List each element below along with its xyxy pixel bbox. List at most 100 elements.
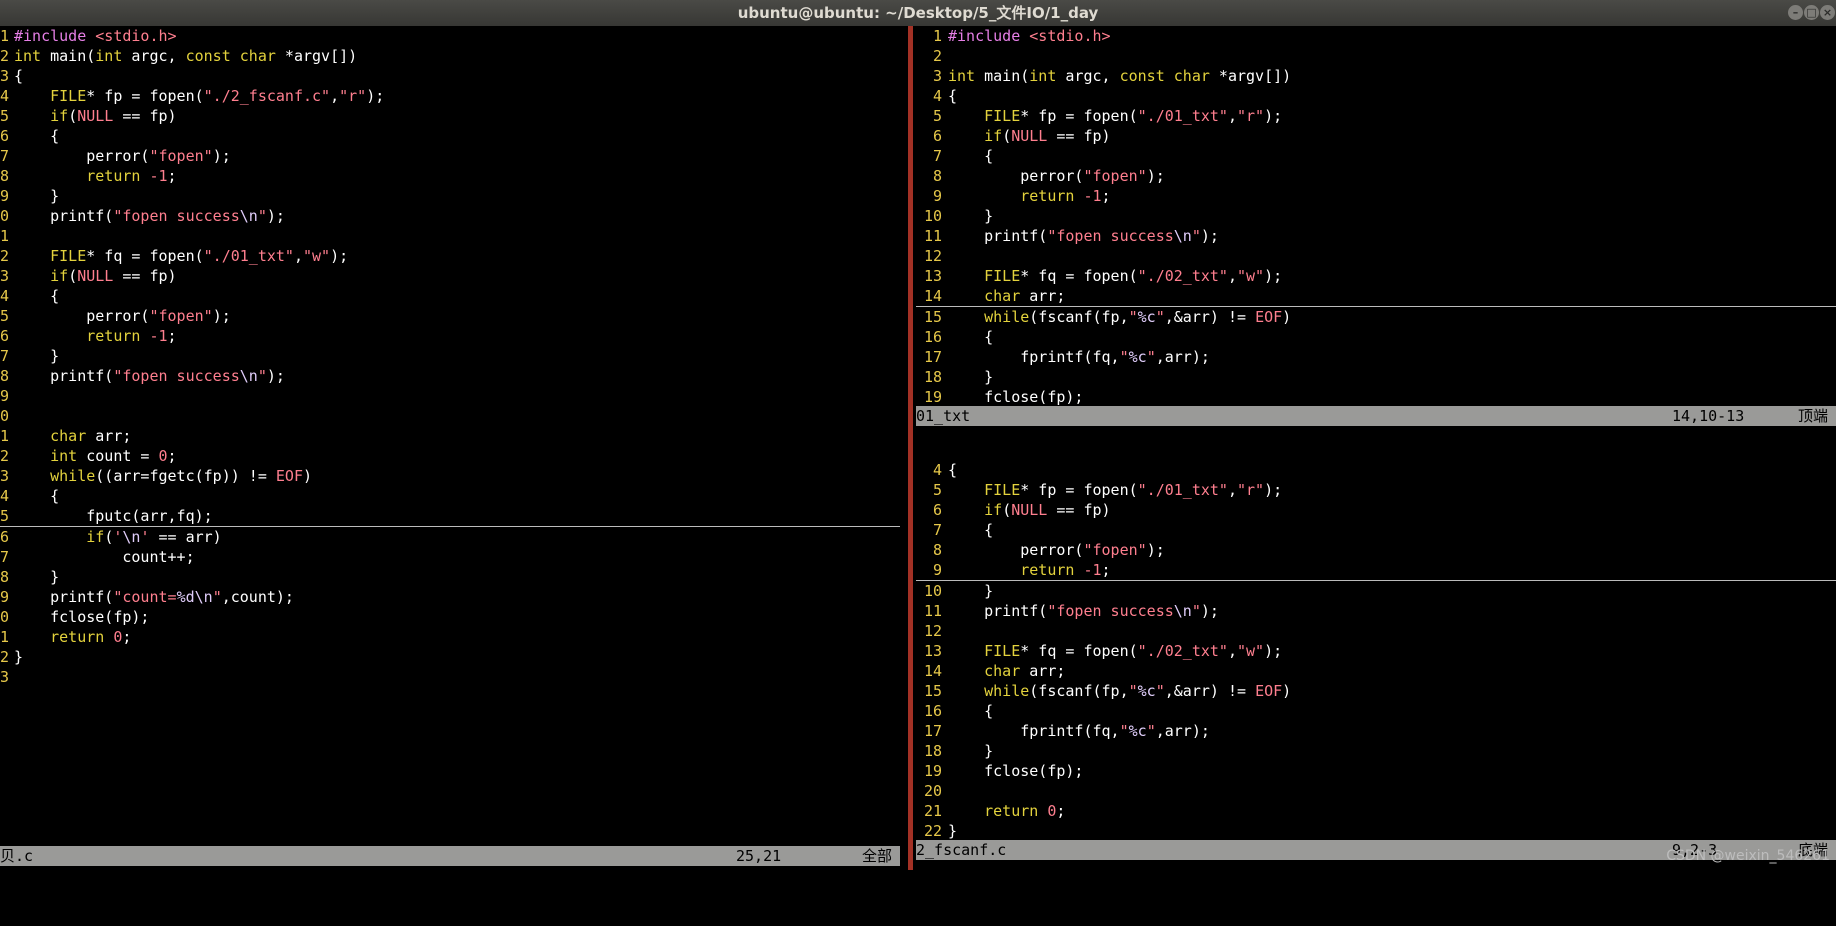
- code-area[interactable]: 4{5 FILE* fp = fopen("./01_txt","r");6 i…: [916, 460, 1836, 840]
- code-text[interactable]: }: [14, 648, 23, 666]
- code-line[interactable]: 8 return -1;: [0, 166, 900, 186]
- code-line[interactable]: 6 if(NULL == fp): [916, 500, 1836, 520]
- code-line[interactable]: 7 {: [916, 520, 1836, 540]
- code-text[interactable]: {: [948, 702, 993, 720]
- code-text[interactable]: #include <stdio.h>: [14, 27, 177, 45]
- code-line[interactable]: 5 perror("fopen");: [0, 306, 900, 326]
- code-text[interactable]: FILE* fq = fopen("./02_txt","w");: [948, 642, 1282, 660]
- editor-pane-left[interactable]: 1#include <stdio.h>2int main(int argc, c…: [0, 26, 900, 846]
- code-line[interactable]: 1: [0, 226, 900, 246]
- code-text[interactable]: {: [948, 87, 957, 105]
- code-text[interactable]: }: [14, 347, 59, 365]
- code-line[interactable]: 6 {: [0, 126, 900, 146]
- code-text[interactable]: return 0;: [948, 802, 1065, 820]
- code-line[interactable]: 8 }: [0, 567, 900, 587]
- code-line[interactable]: 13 FILE* fq = fopen("./02_txt","w");: [916, 641, 1836, 661]
- code-line[interactable]: 1 return 0;: [0, 627, 900, 647]
- code-line[interactable]: 2 FILE* fq = fopen("./01_txt","w");: [0, 246, 900, 266]
- code-text[interactable]: perror("fopen");: [948, 541, 1165, 559]
- code-line[interactable]: 16 {: [916, 327, 1836, 347]
- code-text[interactable]: return 0;: [14, 628, 131, 646]
- code-line[interactable]: 12: [916, 246, 1836, 266]
- code-line[interactable]: 19 fclose(fp);: [916, 387, 1836, 406]
- code-text[interactable]: {: [14, 287, 59, 305]
- code-text[interactable]: #include <stdio.h>: [948, 27, 1111, 45]
- code-line[interactable]: 2int main(int argc, const char *argv[]): [0, 46, 900, 66]
- code-text[interactable]: perror("fopen");: [14, 147, 231, 165]
- code-text[interactable]: FILE* fp = fopen("./01_txt","r");: [948, 107, 1282, 125]
- code-text[interactable]: printf("fopen success\n");: [948, 227, 1219, 245]
- code-line[interactable]: 1 char arr;: [0, 426, 900, 446]
- code-text[interactable]: }: [948, 742, 993, 760]
- code-text[interactable]: }: [948, 822, 957, 840]
- code-text[interactable]: }: [14, 187, 59, 205]
- code-text[interactable]: FILE* fq = fopen("./01_txt","w");: [14, 247, 348, 265]
- code-text[interactable]: if('\n' == arr): [14, 528, 222, 546]
- code-text[interactable]: int main(int argc, const char *argv[]): [14, 47, 357, 65]
- editor-pane-right-top[interactable]: 1#include <stdio.h>23int main(int argc, …: [916, 26, 1836, 406]
- code-text[interactable]: if(NULL == fp): [948, 127, 1111, 145]
- code-line[interactable]: 0 printf("fopen success\n");: [0, 206, 900, 226]
- code-line[interactable]: 14 char arr;: [916, 661, 1836, 681]
- code-line[interactable]: 14 char arr;: [916, 286, 1836, 307]
- editor-pane-right-bottom[interactable]: 4{5 FILE* fp = fopen("./01_txt","r");6 i…: [916, 460, 1836, 840]
- maximize-button[interactable]: □: [1804, 5, 1819, 20]
- code-text[interactable]: }: [948, 368, 993, 386]
- code-text[interactable]: fclose(fp);: [948, 388, 1083, 406]
- code-line[interactable]: 9 }: [0, 186, 900, 206]
- code-text[interactable]: {: [948, 461, 957, 479]
- code-text[interactable]: fputc(arr,fq);: [14, 507, 213, 525]
- code-text[interactable]: FILE* fp = fopen("./01_txt","r");: [948, 481, 1282, 499]
- code-line[interactable]: 6 return -1;: [0, 326, 900, 346]
- code-text[interactable]: while(fscanf(fp,"%c",&arr) != EOF): [948, 308, 1291, 326]
- code-line[interactable]: 1#include <stdio.h>: [0, 26, 900, 46]
- code-text[interactable]: char arr;: [14, 427, 131, 445]
- code-text[interactable]: perror("fopen");: [948, 167, 1165, 185]
- code-line[interactable]: 5 if(NULL == fp): [0, 106, 900, 126]
- code-line[interactable]: 10 }: [916, 206, 1836, 226]
- minimize-button[interactable]: –: [1788, 5, 1803, 20]
- code-line[interactable]: 3{: [0, 66, 900, 86]
- code-line[interactable]: 8 perror("fopen");: [916, 540, 1836, 560]
- code-line[interactable]: 19 fclose(fp);: [916, 761, 1836, 781]
- vertical-split-separator[interactable]: [908, 26, 913, 870]
- code-line[interactable]: 9 return -1;: [916, 560, 1836, 581]
- code-line[interactable]: 21 return 0;: [916, 801, 1836, 821]
- code-line[interactable]: 5 fputc(arr,fq);: [0, 506, 900, 527]
- code-line[interactable]: 2: [916, 46, 1836, 66]
- code-text[interactable]: fprintf(fq,"%c",arr);: [948, 722, 1210, 740]
- code-line[interactable]: 0 fclose(fp);: [0, 607, 900, 627]
- code-text[interactable]: {: [14, 487, 59, 505]
- code-line[interactable]: 20: [916, 781, 1836, 801]
- code-line[interactable]: 3int main(int argc, const char *argv[]): [916, 66, 1836, 86]
- code-text[interactable]: return -1;: [14, 167, 177, 185]
- code-line[interactable]: 6 if(NULL == fp): [916, 126, 1836, 146]
- code-text[interactable]: while(fscanf(fp,"%c",&arr) != EOF): [948, 682, 1291, 700]
- code-text[interactable]: count++;: [14, 548, 195, 566]
- code-line[interactable]: 3 while((arr=fgetc(fp)) != EOF): [0, 466, 900, 486]
- code-text[interactable]: if(NULL == fp): [948, 501, 1111, 519]
- code-line[interactable]: 7 count++;: [0, 547, 900, 567]
- code-line[interactable]: 22}: [916, 821, 1836, 840]
- code-text[interactable]: while((arr=fgetc(fp)) != EOF): [14, 467, 312, 485]
- code-text[interactable]: FILE* fq = fopen("./02_txt","w");: [948, 267, 1282, 285]
- code-line[interactable]: 13 FILE* fq = fopen("./02_txt","w");: [916, 266, 1836, 286]
- code-line[interactable]: 17 fprintf(fq,"%c",arr);: [916, 721, 1836, 741]
- code-text[interactable]: fclose(fp);: [14, 608, 149, 626]
- code-text[interactable]: if(NULL == fp): [14, 267, 177, 285]
- code-line[interactable]: 2 int count = 0;: [0, 446, 900, 466]
- code-line[interactable]: 11 printf("fopen success\n");: [916, 601, 1836, 621]
- code-line[interactable]: 9 printf("count=%d\n",count);: [0, 587, 900, 607]
- code-line[interactable]: 4 FILE* fp = fopen("./2_fscanf.c","r");: [0, 86, 900, 106]
- code-text[interactable]: {: [948, 147, 993, 165]
- code-text[interactable]: perror("fopen");: [14, 307, 231, 325]
- code-line[interactable]: 5 FILE* fp = fopen("./01_txt","r");: [916, 106, 1836, 126]
- code-text[interactable]: FILE* fp = fopen("./2_fscanf.c","r");: [14, 87, 384, 105]
- close-button[interactable]: ×: [1820, 5, 1835, 20]
- code-line[interactable]: 4 {: [0, 286, 900, 306]
- code-area[interactable]: 1#include <stdio.h>23int main(int argc, …: [916, 26, 1836, 406]
- code-text[interactable]: int main(int argc, const char *argv[]): [948, 67, 1291, 85]
- code-line[interactable]: 4{: [916, 86, 1836, 106]
- code-line[interactable]: 8 printf("fopen success\n");: [0, 366, 900, 386]
- code-line[interactable]: 18 }: [916, 367, 1836, 387]
